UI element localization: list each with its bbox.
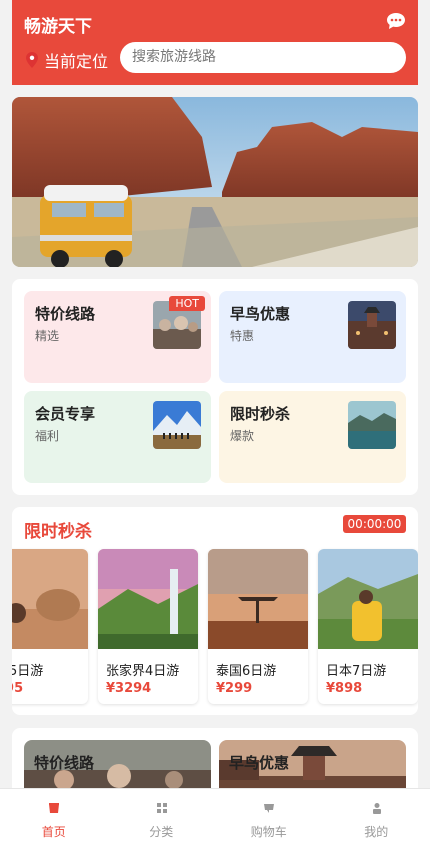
- featured-title: 早鸟优惠: [229, 752, 289, 773]
- product-name: 泰国6日游: [216, 660, 276, 679]
- flash-sale-section: 限时秒杀 00:00:00 南5日游 695 张家界4日游 ¥3294: [12, 507, 418, 715]
- product-name: 南5日游: [12, 660, 43, 679]
- product-image: [318, 549, 418, 649]
- category-tile-early-bird[interactable]: 早鸟优惠 特惠: [219, 291, 406, 383]
- home-icon: [48, 802, 60, 814]
- category-tile-flash-sale[interactable]: 限时秒杀 爆款: [219, 391, 406, 483]
- tab-categories[interactable]: 分类: [108, 789, 216, 845]
- product-price: ¥299: [216, 681, 252, 696]
- product-name: 张家界4日游: [106, 660, 179, 679]
- product-price: ¥898: [326, 681, 362, 696]
- cart-icon: [263, 802, 275, 814]
- tab-profile[interactable]: 我的: [323, 789, 430, 845]
- category-title: 特价线路: [35, 303, 95, 324]
- product-card[interactable]: 日本7日游 ¥898: [318, 549, 418, 704]
- pagoda-thumbnail: [348, 301, 396, 349]
- location-pin-icon: [26, 52, 38, 68]
- bottom-tab-bar: 首页 分类 购物车 我的: [0, 788, 430, 845]
- product-image: [12, 549, 88, 649]
- category-tile-special-routes[interactable]: 特价线路 精选 HOT: [24, 291, 211, 383]
- product-card[interactable]: 南5日游 695: [12, 549, 88, 704]
- tab-cart[interactable]: 购物车: [215, 789, 323, 845]
- category-title: 限时秒杀: [230, 403, 290, 424]
- tab-label: 我的: [323, 823, 430, 840]
- search-input[interactable]: 搜索旅游线路: [120, 42, 406, 73]
- location-label: 当前定位: [44, 48, 108, 72]
- hot-badge: HOT: [169, 296, 205, 311]
- category-title: 早鸟优惠: [230, 303, 290, 324]
- product-price: ¥3294: [106, 681, 151, 696]
- app-title: 畅游天下: [24, 12, 92, 37]
- category-subtitle: 精选: [35, 327, 59, 344]
- hero-banner[interactable]: [12, 97, 418, 267]
- category-tile-member-exclusive[interactable]: 会员专享 福利: [24, 391, 211, 483]
- header: 畅游天下 当前定位 搜索旅游线路: [12, 0, 418, 85]
- category-section: 特价线路 精选 HOT 早鸟优惠 特惠 会员专享 福利 限时秒杀 爆款: [12, 279, 418, 495]
- category-subtitle: 福利: [35, 427, 59, 444]
- mountain-thumbnail: [153, 401, 201, 449]
- category-subtitle: 爆款: [230, 427, 254, 444]
- product-image: [98, 549, 198, 649]
- category-subtitle: 特惠: [230, 327, 254, 344]
- user-icon: [371, 802, 383, 814]
- product-name: 日本7日游: [326, 660, 386, 679]
- product-price: 695: [12, 681, 23, 696]
- tab-home[interactable]: 首页: [0, 789, 108, 845]
- lake-thumbnail: [348, 401, 396, 449]
- countdown-timer: 00:00:00: [343, 515, 406, 533]
- message-icon[interactable]: [386, 12, 406, 30]
- tab-label: 购物车: [215, 823, 323, 840]
- product-image: [208, 549, 308, 649]
- product-card[interactable]: 泰国6日游 ¥299: [208, 549, 308, 704]
- banner-image: [12, 97, 418, 267]
- tab-label: 首页: [0, 823, 108, 840]
- location-selector[interactable]: 当前定位: [26, 48, 108, 72]
- grid-icon: [156, 802, 168, 814]
- product-card[interactable]: 张家界4日游 ¥3294: [98, 549, 198, 704]
- category-title: 会员专享: [35, 403, 95, 424]
- flash-sale-title: 限时秒杀: [24, 517, 92, 542]
- tab-label: 分类: [108, 823, 216, 840]
- featured-title: 特价线路: [34, 752, 94, 773]
